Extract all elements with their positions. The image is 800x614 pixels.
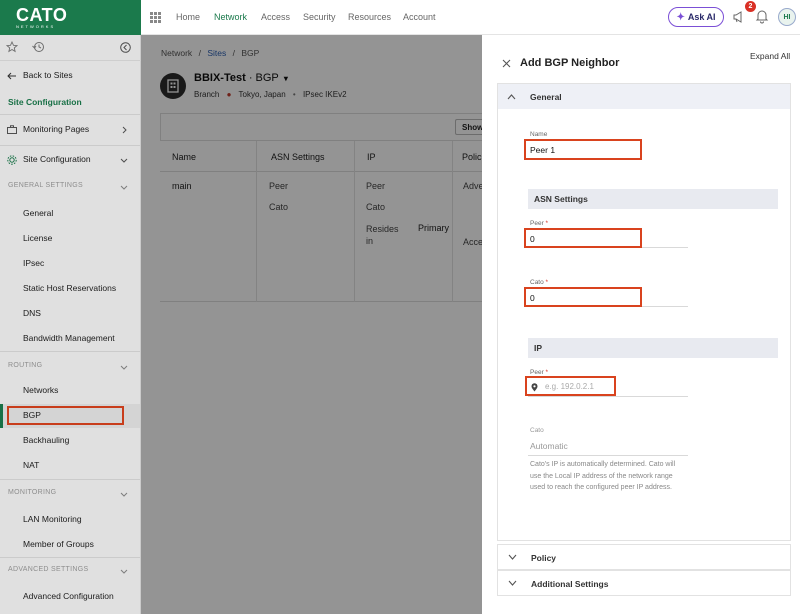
peer-label: Peer * bbox=[530, 220, 549, 227]
close-icon[interactable] bbox=[502, 59, 511, 68]
asn-cato-value: 0 bbox=[530, 293, 535, 303]
nav-home[interactable]: Home bbox=[176, 12, 200, 22]
top-bar: CATO NETWORKS Home Network Access Securi… bbox=[0, 0, 800, 35]
ip-section: IP bbox=[528, 338, 778, 358]
additional-settings-title: Additional Settings bbox=[531, 579, 609, 589]
general-title: General bbox=[530, 92, 562, 102]
user-avatar[interactable]: HI bbox=[778, 8, 796, 26]
name-label: Name bbox=[530, 131, 548, 138]
ip-cato-label: Cato bbox=[530, 427, 544, 434]
ip-peer-placeholder: e.g. 192.0.2.1 bbox=[545, 382, 594, 391]
location-pin-icon bbox=[531, 383, 538, 392]
sparkle-icon: ✦ bbox=[676, 11, 685, 23]
logo-subtext: NETWORKS bbox=[16, 24, 56, 29]
field-underline bbox=[528, 455, 688, 456]
cato-logo[interactable]: CATO NETWORKS bbox=[0, 0, 141, 35]
modal-backdrop[interactable] bbox=[141, 35, 482, 614]
field-underline bbox=[528, 396, 688, 397]
logo-text: CATO bbox=[16, 5, 68, 25]
nav-security[interactable]: Security bbox=[303, 12, 336, 22]
megaphone-icon[interactable] bbox=[732, 10, 746, 24]
ask-ai-button[interactable]: ✦ Ask AI bbox=[668, 7, 724, 27]
nav-access[interactable]: Access bbox=[261, 12, 290, 22]
asn-peer-value: 0 bbox=[530, 234, 535, 244]
ip-cato-help-text: Cato's IP is automatically determined. C… bbox=[530, 461, 676, 491]
nav-account[interactable]: Account bbox=[403, 12, 436, 22]
expand-all-button[interactable]: Expand All bbox=[750, 51, 790, 61]
ip-peer-field[interactable]: e.g. 192.0.2.1 bbox=[525, 376, 616, 396]
apps-grid-icon[interactable] bbox=[150, 12, 161, 23]
asn-settings-section: ASN Settings bbox=[528, 189, 778, 209]
ip-peer-label: Peer * bbox=[530, 369, 549, 376]
name-field-value: Peer 1 bbox=[530, 145, 556, 155]
asn-settings-title: ASN Settings bbox=[534, 194, 588, 204]
ask-ai-label: Ask AI bbox=[687, 12, 716, 22]
ip-cato-value: Automatic bbox=[530, 441, 568, 451]
general-header[interactable]: General bbox=[498, 84, 790, 109]
nav-resources[interactable]: Resources bbox=[348, 12, 391, 22]
chevron-down-icon bbox=[508, 554, 517, 560]
policy-title: Policy bbox=[531, 553, 557, 563]
name-field[interactable]: Peer 1 bbox=[524, 139, 642, 160]
asn-peer-field[interactable]: 0 bbox=[524, 228, 642, 248]
policy-accordion[interactable]: Policy bbox=[497, 544, 791, 570]
ip-section-title: IP bbox=[534, 343, 543, 353]
chevron-up-icon bbox=[507, 94, 516, 100]
nav-network[interactable]: Network bbox=[214, 12, 247, 22]
bell-icon[interactable] bbox=[755, 9, 769, 24]
chevron-down-icon bbox=[508, 580, 517, 586]
drawer-title: Add BGP Neighbor bbox=[520, 57, 620, 69]
cato-label: Cato * bbox=[530, 279, 549, 286]
additional-settings-accordion[interactable]: Additional Settings bbox=[497, 570, 791, 596]
asn-cato-field[interactable]: 0 bbox=[524, 287, 642, 307]
